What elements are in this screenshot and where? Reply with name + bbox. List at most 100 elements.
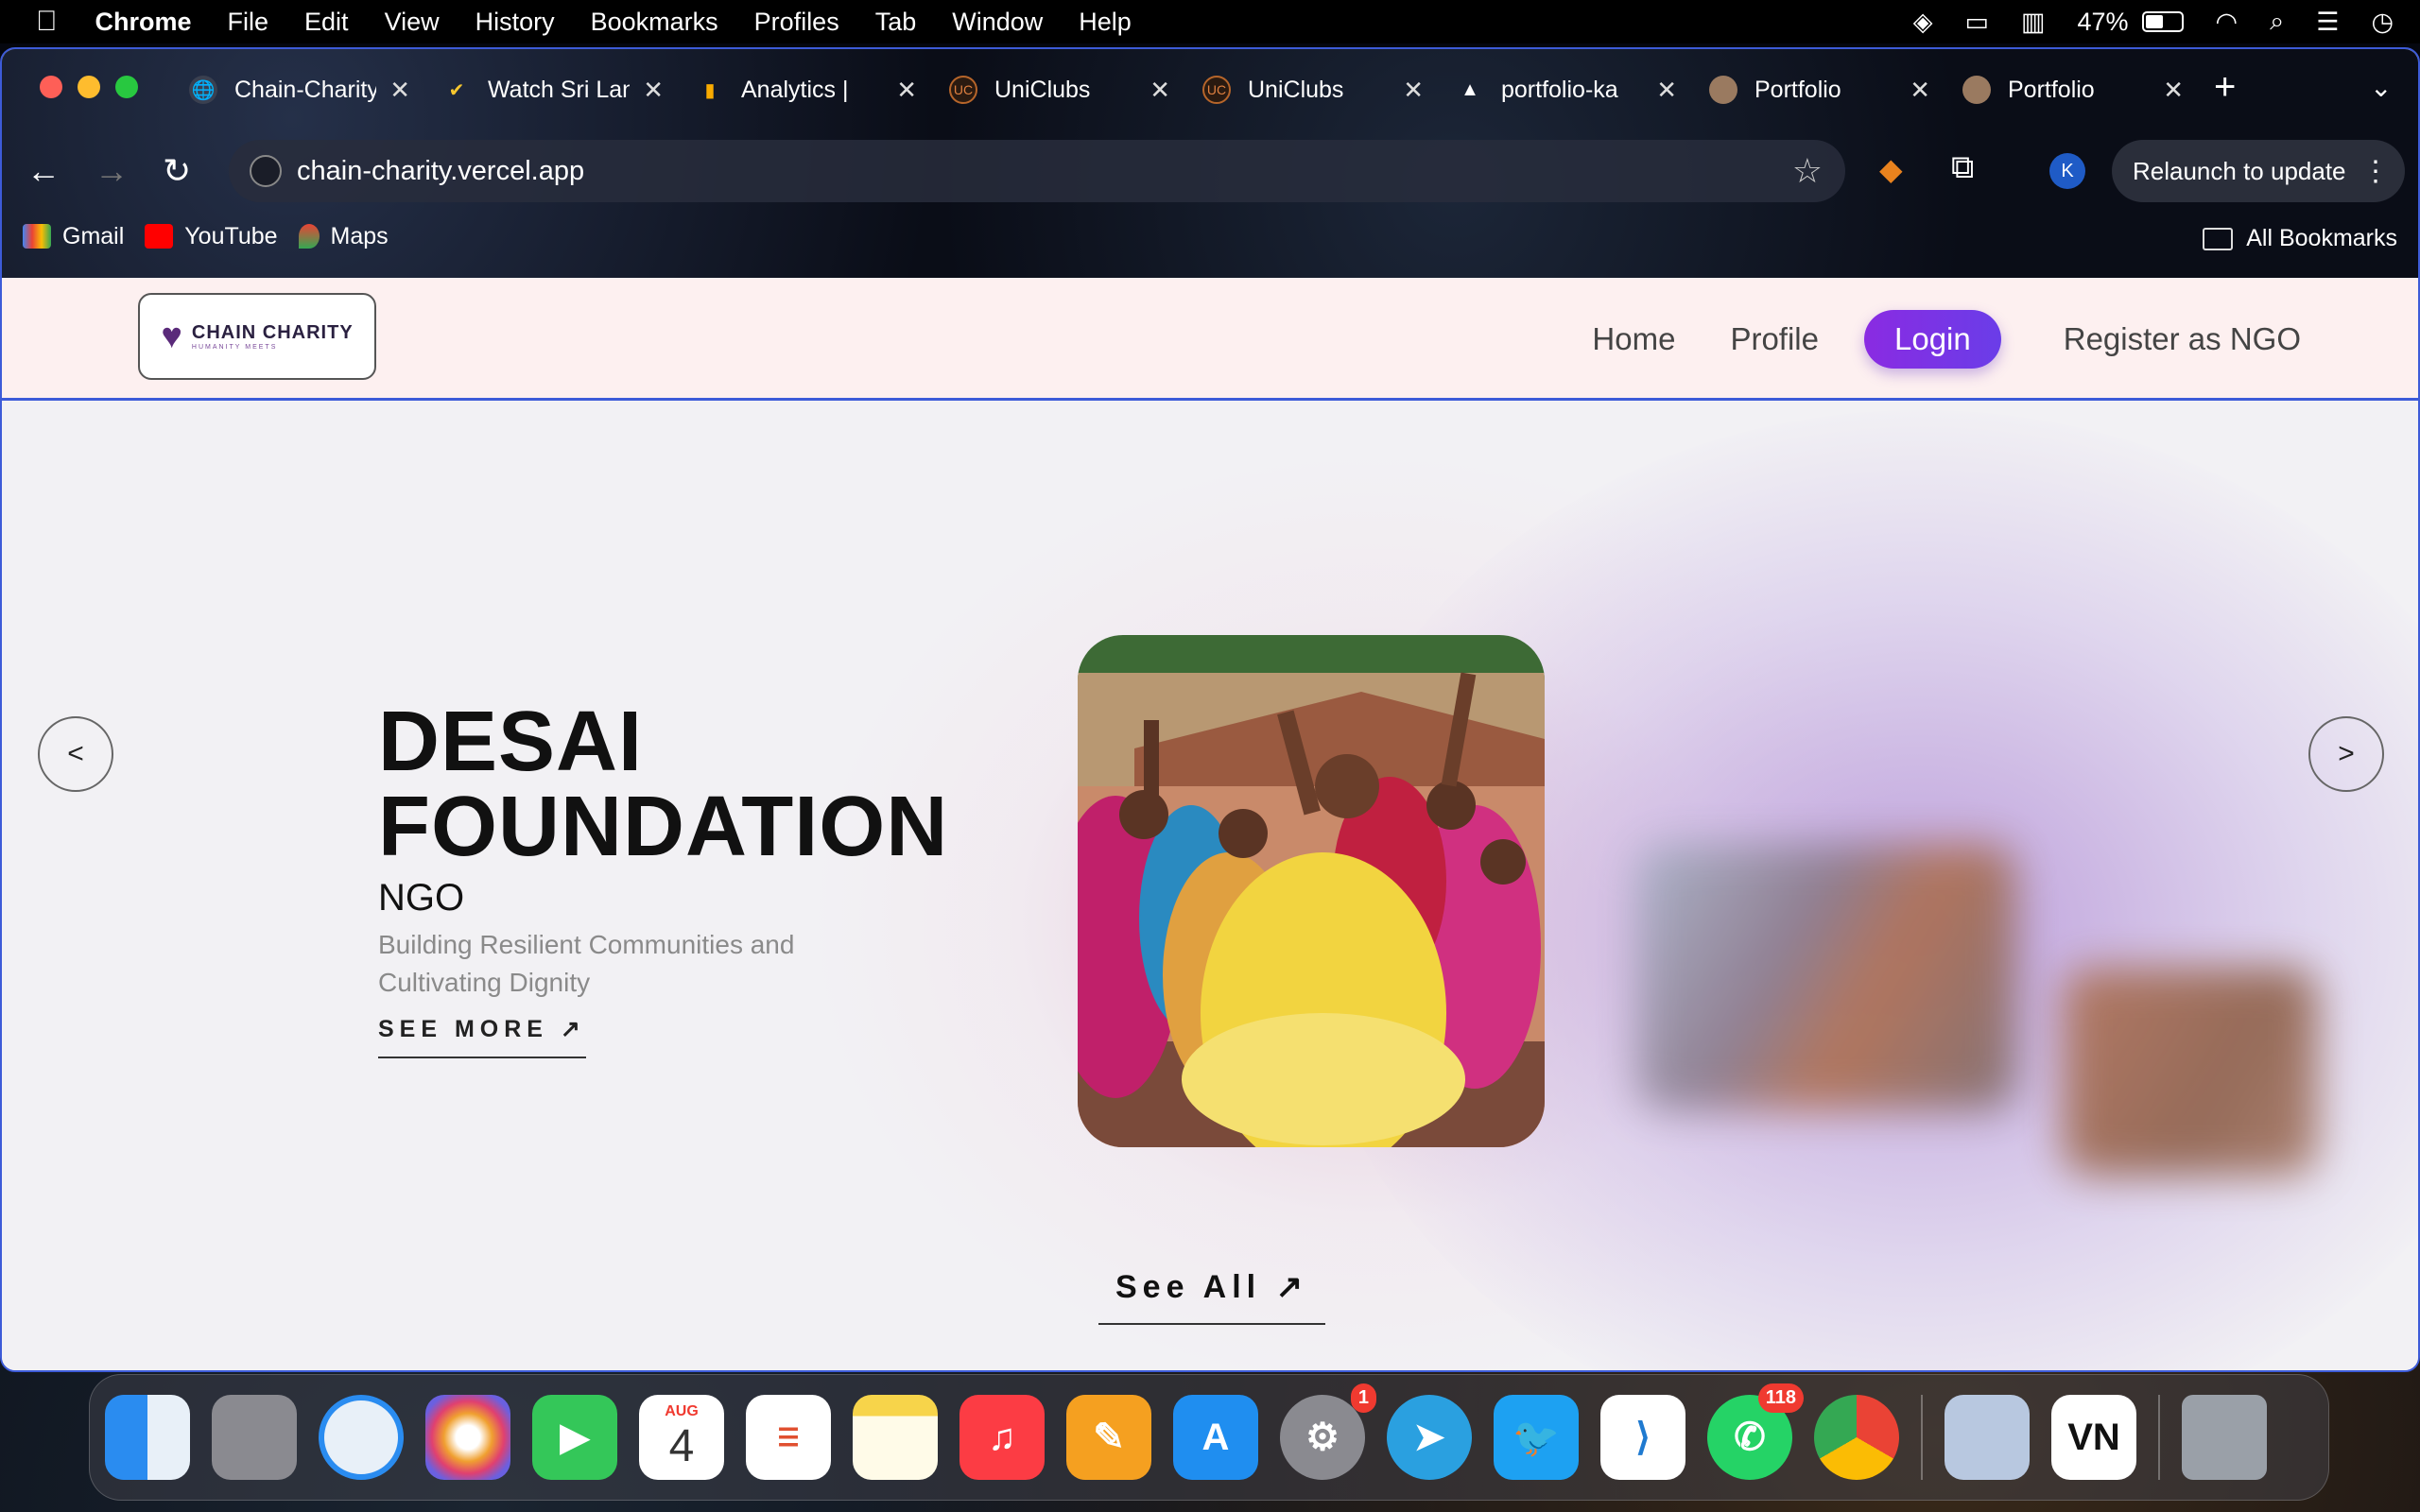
photos-icon[interactable]: [425, 1395, 510, 1480]
menu-history[interactable]: History: [475, 8, 555, 37]
preview-icon[interactable]: [1945, 1395, 2030, 1480]
safari-icon[interactable]: [319, 1395, 404, 1480]
twitter-icon[interactable]: 🐦: [1494, 1395, 1579, 1480]
check-icon: ✔: [448, 79, 465, 101]
vercel-icon: ▲: [1461, 78, 1479, 100]
launchpad-icon[interactable]: [212, 1395, 297, 1480]
tab-uniclubs-1[interactable]: UC UniClubs ✕: [938, 60, 1191, 119]
zoom-window-button[interactable]: [115, 76, 138, 98]
facetime-icon[interactable]: ▶: [532, 1395, 617, 1480]
close-tab-icon[interactable]: ✕: [2163, 76, 2184, 105]
login-button[interactable]: Login: [1864, 310, 2001, 369]
tab-chain-charity[interactable]: 🌐 Chain-Charity ✕: [178, 60, 431, 119]
app-store-icon[interactable]: A: [1173, 1395, 1258, 1480]
ngo-title: DESAI FOUNDATION: [378, 699, 948, 869]
browser-toolbar: ← → ↻ chain-charity.vercel.app ☆ ◆ ⧉ K R…: [2, 136, 2418, 212]
minimize-window-button[interactable]: [78, 76, 100, 98]
tab-portfolio-ka[interactable]: ▲ portfolio-ka ✕: [1444, 60, 1698, 119]
tab-label: Chain-Charity: [234, 76, 376, 103]
vscode-icon[interactable]: ⟩: [1600, 1395, 1685, 1480]
more-menu-icon[interactable]: ⋮: [2361, 155, 2390, 188]
relaunch-to-update-button[interactable]: Relaunch to update ⋮: [2112, 140, 2405, 202]
menu-app-name[interactable]: Chrome: [95, 8, 192, 37]
bookmark-maps[interactable]: Maps: [298, 223, 389, 250]
third-ngo-photo-blurred[interactable]: [2063, 968, 2318, 1176]
tab-label: UniClubs: [1248, 76, 1344, 103]
trash-icon[interactable]: [2182, 1395, 2267, 1480]
browser-chrome: 🌐 Chain-Charity ✕ ✔ Watch Sri Lanka ✕ ▮ …: [2, 49, 2418, 278]
reminders-icon[interactable]: ☰: [746, 1395, 831, 1480]
tab-search-chevron-icon[interactable]: ⌄: [2370, 72, 2392, 103]
calendar-icon[interactable]: AUG 4: [639, 1395, 724, 1480]
battery-percent[interactable]: 47%: [2077, 8, 2128, 37]
chrome-icon[interactable]: [1814, 1395, 1899, 1480]
register-ngo-link[interactable]: Register as NGO: [2064, 321, 2301, 357]
new-tab-icon[interactable]: +: [2214, 66, 2236, 109]
profile-avatar[interactable]: K: [2049, 153, 2085, 189]
tab-uniclubs-2[interactable]: UC UniClubs ✕: [1191, 60, 1444, 119]
music-icon[interactable]: ♫: [959, 1395, 1045, 1480]
wifi-icon[interactable]: ◠: [2216, 8, 2238, 37]
control-center-icon[interactable]: ☰: [2316, 8, 2339, 37]
close-window-button[interactable]: [40, 76, 62, 98]
url-text[interactable]: chain-charity.vercel.app: [297, 156, 584, 187]
whatsapp-icon[interactable]: ✆ 118: [1707, 1383, 1804, 1480]
notes-icon[interactable]: [853, 1395, 938, 1480]
close-tab-icon[interactable]: ✕: [389, 76, 410, 105]
address-bar[interactable]: chain-charity.vercel.app ☆: [229, 140, 1845, 202]
close-tab-icon[interactable]: ✕: [1403, 76, 1424, 105]
all-bookmarks-button[interactable]: All Bookmarks: [2203, 225, 2397, 252]
finder-icon[interactable]: [105, 1395, 190, 1480]
ngo-featured-photo[interactable]: [1078, 635, 1545, 1147]
see-more-link[interactable]: SEE MORE ↗: [378, 1015, 586, 1058]
see-all-link[interactable]: See All ↗: [1098, 1268, 1326, 1325]
bookmark-gmail[interactable]: Gmail: [23, 223, 124, 250]
site-settings-icon[interactable]: [250, 155, 282, 187]
menu-file[interactable]: File: [228, 8, 269, 37]
menu-help[interactable]: Help: [1079, 8, 1132, 37]
menu-tab[interactable]: Tab: [875, 8, 917, 37]
metamask-fox-icon[interactable]: ◆: [1879, 151, 1903, 187]
carousel-next-button[interactable]: >: [2308, 716, 2384, 792]
carousel-prev-button[interactable]: <: [38, 716, 113, 792]
relaunch-label: Relaunch to update: [2133, 156, 2346, 185]
memory-icon[interactable]: ▥: [2021, 8, 2046, 37]
menu-view[interactable]: View: [385, 8, 440, 37]
menu-bookmarks[interactable]: Bookmarks: [591, 8, 718, 37]
bookmark-youtube[interactable]: YouTube: [145, 223, 278, 250]
reload-icon[interactable]: ↻: [163, 151, 191, 191]
calendar-day: 4: [668, 1420, 695, 1471]
analytics-icon: ▮: [704, 79, 716, 101]
display-icon[interactable]: ▭: [1964, 8, 1989, 37]
logo-tagline: HUMANITY MEETS: [191, 344, 278, 351]
menu-window[interactable]: Window: [952, 8, 1043, 37]
vn-editor-icon[interactable]: VN: [2051, 1395, 2136, 1480]
pages-icon[interactable]: ✎: [1066, 1395, 1151, 1480]
system-settings-icon[interactable]: ⚙ 1: [1280, 1383, 1376, 1480]
close-tab-icon[interactable]: ✕: [1910, 76, 1930, 105]
tab-analytics[interactable]: ▮ Analytics | ✕: [684, 60, 938, 119]
back-arrow-icon[interactable]: ←: [26, 151, 60, 191]
bookmark-star-icon[interactable]: ☆: [1792, 151, 1823, 191]
nav-home-link[interactable]: Home: [1592, 321, 1675, 357]
spotlight-search-icon[interactable]: ⌕: [2270, 7, 2284, 37]
extensions-puzzle-icon[interactable]: ⧉: [1951, 149, 1974, 186]
close-tab-icon[interactable]: ✕: [1656, 76, 1677, 105]
close-tab-icon[interactable]: ✕: [1150, 76, 1170, 105]
tab-watch-sri-lanka[interactable]: ✔ Watch Sri Lanka ✕: [431, 60, 684, 119]
close-tab-icon[interactable]: ✕: [896, 76, 917, 105]
menu-edit[interactable]: Edit: [304, 8, 349, 37]
site-logo[interactable]: ♥ CHAIN CHARITY HUMANITY MEETS: [138, 293, 376, 380]
layers-icon[interactable]: ◈: [1913, 8, 1933, 37]
close-tab-icon[interactable]: ✕: [643, 76, 664, 105]
apple-icon[interactable]: : [36, 6, 58, 38]
clock-icon[interactable]: ◷: [2371, 8, 2394, 37]
menu-profiles[interactable]: Profiles: [754, 8, 839, 37]
tab-portfolio-2[interactable]: Portfolio ✕: [1951, 60, 2204, 119]
tab-portfolio-1[interactable]: Portfolio ✕: [1698, 60, 1951, 119]
next-ngo-photo-blurred[interactable]: [1637, 845, 2015, 1109]
nav-profile-link[interactable]: Profile: [1730, 321, 1819, 357]
forward-arrow-icon[interactable]: →: [95, 151, 129, 191]
telegram-icon[interactable]: ➤: [1387, 1395, 1472, 1480]
battery-icon[interactable]: [2141, 11, 2184, 32]
